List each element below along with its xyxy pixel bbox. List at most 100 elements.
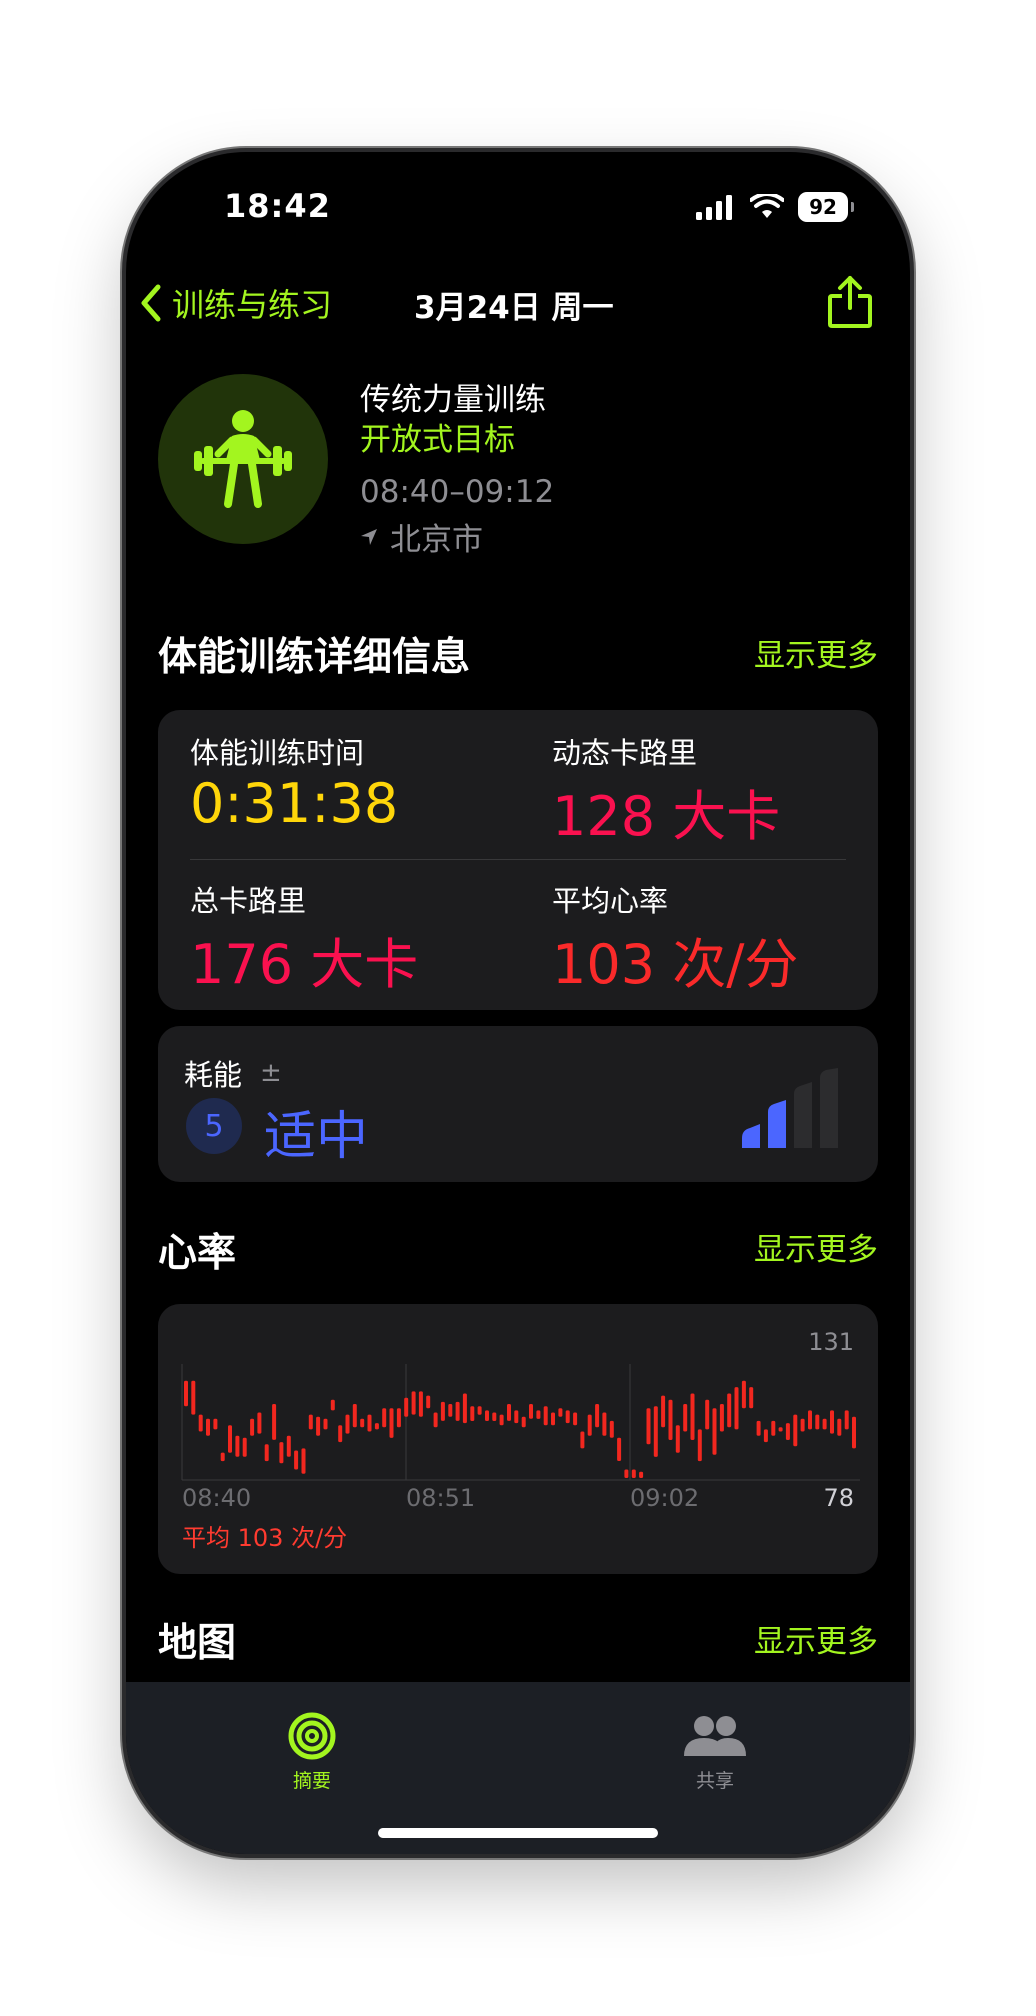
details-show-more-button[interactable]: 显示更多 — [754, 630, 878, 675]
tab-sharing[interactable]: 共享 — [682, 1712, 748, 1793]
wifi-icon — [750, 194, 784, 218]
heart-rate-bar — [301, 1448, 306, 1474]
metric-value: 176 大卡 — [190, 933, 419, 996]
metric-value: 0:31:38 — [190, 772, 399, 835]
heart-rate-bar — [822, 1418, 827, 1430]
heart-rate-bar — [624, 1469, 629, 1478]
heart-rate-bar — [609, 1420, 614, 1438]
heart-rate-bar — [705, 1399, 710, 1430]
heart-rate-bar — [521, 1416, 526, 1428]
chevron-left-icon — [141, 284, 161, 322]
heart-rate-bar — [661, 1395, 666, 1428]
chart-x-tick: 09:02 — [630, 1484, 700, 1512]
heart-rate-bar — [844, 1410, 849, 1430]
heart-rate-bar — [529, 1404, 533, 1419]
cellular-signal-icon — [696, 195, 732, 220]
effort-header: 耗能 ± — [184, 1052, 282, 1094]
metric-value: 128 大卡 — [552, 785, 781, 848]
heart-rate-bar — [602, 1412, 607, 1436]
heart-rate-bar — [763, 1429, 768, 1443]
map-show-more-button[interactable]: 显示更多 — [754, 1616, 878, 1661]
heart-rate-bar — [712, 1408, 717, 1455]
tab-summary[interactable]: 摘要 — [288, 1712, 336, 1793]
heart-rate-bar — [830, 1410, 834, 1434]
effort-card[interactable]: 耗能 ± 5 适中 — [158, 1026, 878, 1182]
location-arrow-icon — [361, 528, 377, 545]
heart-rate-bar — [778, 1427, 783, 1432]
heart-rate-bar — [492, 1412, 497, 1421]
effort-bars-icon — [742, 1068, 838, 1148]
chart-min-label: 78 — [823, 1484, 854, 1512]
heart-rate-bar — [352, 1404, 357, 1428]
heart-rate-bar — [837, 1418, 842, 1436]
heart-rate-bar — [433, 1412, 438, 1428]
heart-rate-bar — [250, 1418, 255, 1436]
chart-x-tick: 08:40 — [182, 1484, 252, 1512]
chart-x-tick: 08:51 — [406, 1484, 476, 1512]
heart-rate-bar — [294, 1450, 299, 1470]
location-label: 北京市 — [390, 522, 483, 558]
heart-section-title: 心率 — [158, 1231, 237, 1276]
heart-rate-bar — [565, 1410, 570, 1424]
heart-rate-bar — [440, 1401, 445, 1421]
heart-rate-bar — [382, 1408, 387, 1428]
workout-goal: 开放式目标 — [360, 422, 515, 458]
workout-location: 北京市 — [360, 514, 483, 559]
heart-rate-bar — [206, 1418, 210, 1436]
metric-active-calories: 动态卡路里 128 大卡 — [552, 730, 780, 851]
heart-rate-bar — [617, 1437, 622, 1461]
effort-level: 适中 — [264, 1107, 369, 1167]
heart-rate-bar — [558, 1408, 563, 1417]
heart-rate-bar — [198, 1414, 203, 1432]
chart-max-label: 131 — [808, 1328, 854, 1356]
heart-rate-bar — [697, 1429, 702, 1462]
phone-screen: 18:42 92 训练与练习 3月24日 周一 传统力量训练 开放式目标 08:… — [126, 152, 910, 1854]
map-section-title: 地图 — [158, 1621, 237, 1666]
effort-score-badge: 5 — [186, 1098, 242, 1154]
heart-rate-bar — [499, 1414, 504, 1426]
heart-rate-bar — [756, 1420, 761, 1436]
heart-rate-card[interactable]: 131 08:40 08:51 09:02 78 平均 103 次/分 — [158, 1304, 878, 1574]
heart-rate-bar — [235, 1435, 240, 1457]
heart-rate-chart — [181, 1364, 860, 1481]
heart-rate-bar — [411, 1391, 416, 1415]
heart-rate-bar — [396, 1408, 401, 1428]
heart-rate-bar — [220, 1452, 225, 1462]
heart-rate-bar — [184, 1380, 188, 1407]
heart-rate-bar — [785, 1423, 790, 1440]
heart-rate-bar — [242, 1437, 247, 1457]
heart-rate-bar — [257, 1412, 262, 1434]
share-icon[interactable] — [824, 274, 876, 330]
page-title: 3月24日 周一 — [414, 290, 614, 326]
heart-rate-bar — [536, 1410, 541, 1419]
heart-rate-bar — [573, 1412, 578, 1426]
heart-rate-bar — [470, 1406, 475, 1421]
heart-rate-bar — [462, 1393, 467, 1424]
metric-total-calories: 总卡路里 176 大卡 — [190, 878, 418, 999]
metric-label: 平均心率 — [552, 884, 669, 918]
metric-avg-heart-rate: 平均心率 103 次/分 — [552, 878, 798, 999]
heart-rate-bar — [448, 1404, 453, 1417]
back-button[interactable]: 训练与练习 — [140, 280, 332, 326]
heart-rate-bar — [228, 1425, 232, 1453]
heart-rate-bar — [345, 1414, 350, 1434]
details-section-title: 体能训练详细信息 — [158, 635, 471, 680]
activity-rings-icon — [288, 1712, 336, 1760]
heart-rate-bar — [734, 1387, 739, 1430]
home-indicator — [378, 1828, 658, 1838]
heart-rate-bar — [264, 1444, 269, 1462]
heart-rate-bar — [213, 1418, 218, 1430]
heart-rate-bar — [455, 1401, 460, 1421]
heart-rate-bar — [286, 1435, 291, 1457]
metric-label: 体能训练时间 — [190, 736, 365, 770]
metric-workout-time: 体能训练时间 0:31:38 — [190, 730, 398, 835]
heart-rate-bar — [852, 1416, 856, 1449]
heart-rate-bar — [741, 1380, 746, 1409]
heart-rate-bar — [426, 1395, 431, 1409]
heart-rate-bar — [316, 1416, 321, 1436]
heart-rate-bar — [360, 1418, 365, 1428]
details-card[interactable]: 体能训练时间 0:31:38 动态卡路里 128 大卡 总卡路里 176 大卡 … — [158, 710, 878, 1010]
heart-rate-bar — [374, 1423, 379, 1430]
tab-label: 摘要 — [292, 1770, 331, 1792]
heart-show-more-button[interactable]: 显示更多 — [754, 1224, 878, 1269]
